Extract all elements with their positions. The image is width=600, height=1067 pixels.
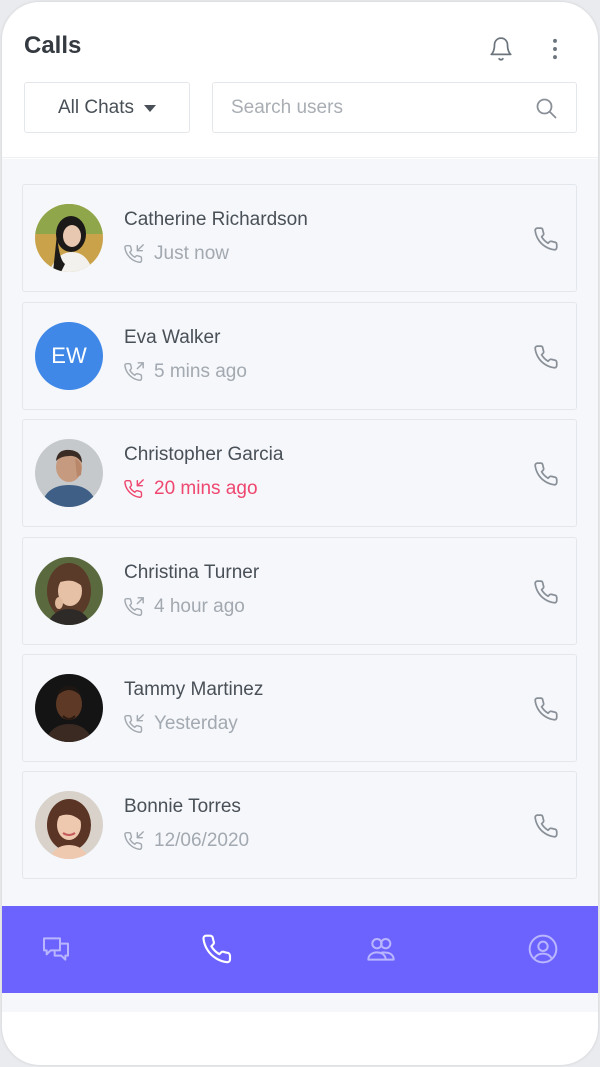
incoming-call-icon (124, 831, 144, 850)
avatar (35, 674, 103, 742)
outgoing-call-icon (124, 362, 144, 381)
bell-icon[interactable] (488, 36, 514, 62)
call-button[interactable] (534, 461, 560, 487)
search-icon[interactable] (534, 96, 558, 120)
chat-filter-dropdown[interactable]: All Chats (24, 82, 190, 133)
call-button[interactable] (534, 226, 560, 252)
missed-call-icon (124, 479, 144, 498)
call-meta: 5 mins ago (124, 361, 247, 383)
call-item[interactable]: EW Eva Walker 5 mins ago (22, 302, 577, 410)
call-item[interactable]: Tammy Martinez Yesterday (22, 654, 577, 762)
contact-name: Tammy Martinez (124, 679, 264, 700)
call-meta: Yesterday (124, 713, 238, 735)
call-item[interactable]: Catherine Richardson Just now (22, 184, 577, 292)
phone-icon[interactable] (202, 933, 234, 965)
call-meta: 12/06/2020 (124, 830, 249, 852)
phone-icon (534, 580, 558, 604)
contact-name: Bonnie Torres (124, 796, 241, 817)
call-meta: Just now (124, 243, 229, 265)
bottom-nav (2, 906, 598, 993)
contact-name: Christopher Garcia (124, 444, 284, 465)
more-vertical-icon[interactable] (542, 36, 568, 62)
call-time: 20 mins ago (154, 478, 258, 499)
call-item[interactable]: Christina Turner 4 hour ago (22, 537, 577, 645)
avatar-initials: EW (35, 322, 103, 390)
profile-icon[interactable] (527, 933, 559, 965)
call-button[interactable] (534, 344, 560, 370)
contact-name: Christina Turner (124, 562, 260, 583)
avatar (35, 557, 103, 625)
caret-down-icon (144, 105, 157, 112)
search-box (212, 82, 577, 133)
chat-filter-label: All Chats (57, 96, 135, 118)
avatar (35, 439, 103, 507)
call-time: 4 hour ago (154, 596, 245, 617)
incoming-call-icon (124, 244, 144, 263)
call-meta: 4 hour ago (124, 596, 245, 618)
outgoing-call-icon (124, 597, 144, 616)
contacts-icon[interactable] (365, 933, 397, 965)
contact-name: Catherine Richardson (124, 209, 308, 230)
call-meta: 20 mins ago (124, 478, 258, 500)
call-item[interactable]: Bonnie Torres 12/06/2020 (22, 771, 577, 879)
calls-header: Calls All Chats (2, 2, 598, 158)
phone-icon (534, 345, 558, 369)
phone-icon (534, 814, 558, 838)
app-window: Calls All Chats Search users Catherine R… (2, 2, 598, 1065)
phone-icon (534, 462, 558, 486)
call-time: Yesterday (154, 713, 238, 734)
phone-icon (534, 227, 558, 251)
avatar (35, 204, 103, 272)
call-button[interactable] (534, 579, 560, 605)
call-time: 12/06/2020 (154, 830, 250, 851)
incoming-call-icon (124, 714, 144, 733)
call-button[interactable] (534, 696, 560, 722)
phone-icon (534, 697, 558, 721)
page-title: Calls (24, 32, 82, 59)
call-button[interactable] (534, 813, 560, 839)
avatar (35, 791, 103, 859)
contact-name: Eva Walker (124, 327, 221, 348)
call-time: Just now (154, 243, 229, 264)
call-list: Catherine Richardson Just now EW Eva Wal… (2, 159, 598, 1012)
call-time: 5 mins ago (154, 361, 247, 382)
chats-icon[interactable] (40, 933, 72, 965)
call-item[interactable]: Christopher Garcia 20 mins ago (22, 419, 577, 527)
search-input[interactable] (213, 83, 513, 132)
